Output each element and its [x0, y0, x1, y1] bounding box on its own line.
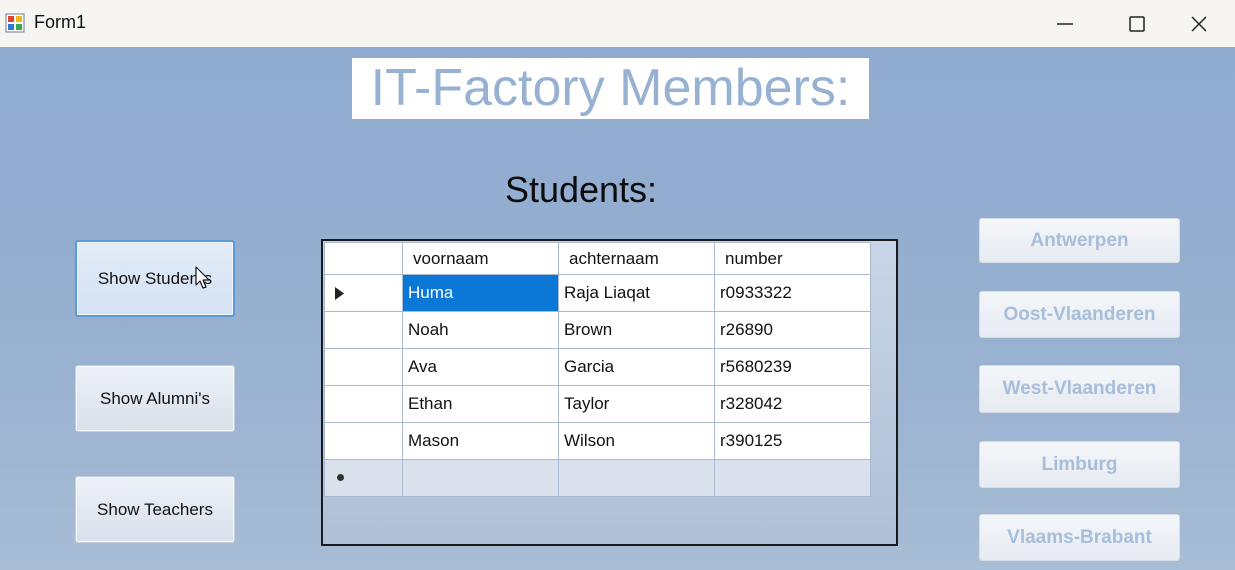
table-row[interactable]: Ava Garcia r5680239	[324, 348, 871, 386]
title-bar: Form1	[0, 0, 1235, 47]
table-header-row: voornaam achternaam number	[324, 242, 871, 275]
column-header-voornaam[interactable]: voornaam	[402, 242, 559, 275]
limburg-button[interactable]: Limburg	[979, 441, 1180, 488]
table-cell[interactable]: r328042	[714, 385, 871, 423]
table-cell[interactable]: r390125	[714, 422, 871, 460]
table-cell[interactable]: r26890	[714, 311, 871, 349]
students-table: voornaam achternaam number Huma Raja Lia…	[324, 242, 871, 497]
students-data-grid[interactable]: voornaam achternaam number Huma Raja Lia…	[321, 239, 898, 546]
table-cell[interactable]: Brown	[558, 311, 715, 349]
table-cell[interactable]: Garcia	[558, 348, 715, 386]
west-vlaanderen-button[interactable]: West-Vlaanderen	[979, 365, 1180, 413]
table-cell[interactable]: Huma	[402, 274, 559, 312]
table-row[interactable]: Ethan Taylor r328042	[324, 385, 871, 423]
row-header-corner	[324, 242, 403, 275]
form-client-area: IT-Factory Members: Students: Show Stude…	[0, 47, 1235, 570]
row-header[interactable]	[324, 459, 403, 497]
window-title: Form1	[34, 12, 87, 32]
mouse-cursor-icon	[195, 266, 210, 289]
antwerpen-button[interactable]: Antwerpen	[979, 218, 1180, 263]
table-cell[interactable]: Wilson	[558, 422, 715, 460]
oost-vlaanderen-button[interactable]: Oost-Vlaanderen	[979, 291, 1180, 338]
show-teachers-button[interactable]: Show Teachers	[75, 476, 235, 543]
row-header[interactable]	[324, 348, 403, 386]
table-cell[interactable]: Raja Liaqat	[558, 274, 715, 312]
maximize-icon	[1129, 16, 1145, 32]
table-cell[interactable]: Ethan	[402, 385, 559, 423]
table-cell[interactable]: Taylor	[558, 385, 715, 423]
row-header[interactable]	[324, 385, 403, 423]
table-cell[interactable]: Noah	[402, 311, 559, 349]
column-header-number[interactable]: number	[714, 242, 871, 275]
current-row-arrow-icon	[335, 287, 344, 300]
row-header[interactable]	[324, 274, 403, 312]
table-row[interactable]: Huma Raja Liaqat r0933322	[324, 274, 871, 312]
table-cell[interactable]: r5680239	[714, 348, 871, 386]
minimize-button[interactable]	[1029, 0, 1101, 47]
table-cell[interactable]: Mason	[402, 422, 559, 460]
table-cell[interactable]	[402, 459, 559, 497]
table-cell[interactable]	[558, 459, 715, 497]
app-icon	[5, 13, 25, 33]
minimize-icon	[1057, 23, 1073, 25]
show-alumni-button[interactable]: Show Alumni's	[75, 365, 235, 432]
row-header[interactable]	[324, 422, 403, 460]
column-header-achternaam[interactable]: achternaam	[558, 242, 715, 275]
table-cell[interactable]	[714, 459, 871, 497]
table-row[interactable]: Noah Brown r26890	[324, 311, 871, 349]
new-row-icon	[337, 474, 344, 481]
show-students-button[interactable]: Show Students	[75, 240, 235, 317]
section-title: Students:	[504, 169, 658, 210]
table-cell[interactable]: r0933322	[714, 274, 871, 312]
table-cell[interactable]: Ava	[402, 348, 559, 386]
vlaams-brabant-button[interactable]: Vlaams-Brabant	[979, 514, 1180, 561]
new-row[interactable]	[324, 459, 871, 497]
close-icon	[1191, 16, 1207, 32]
row-header[interactable]	[324, 311, 403, 349]
close-button[interactable]	[1163, 0, 1235, 47]
page-title: IT-Factory Members:	[352, 58, 869, 119]
table-row[interactable]: Mason Wilson r390125	[324, 422, 871, 460]
